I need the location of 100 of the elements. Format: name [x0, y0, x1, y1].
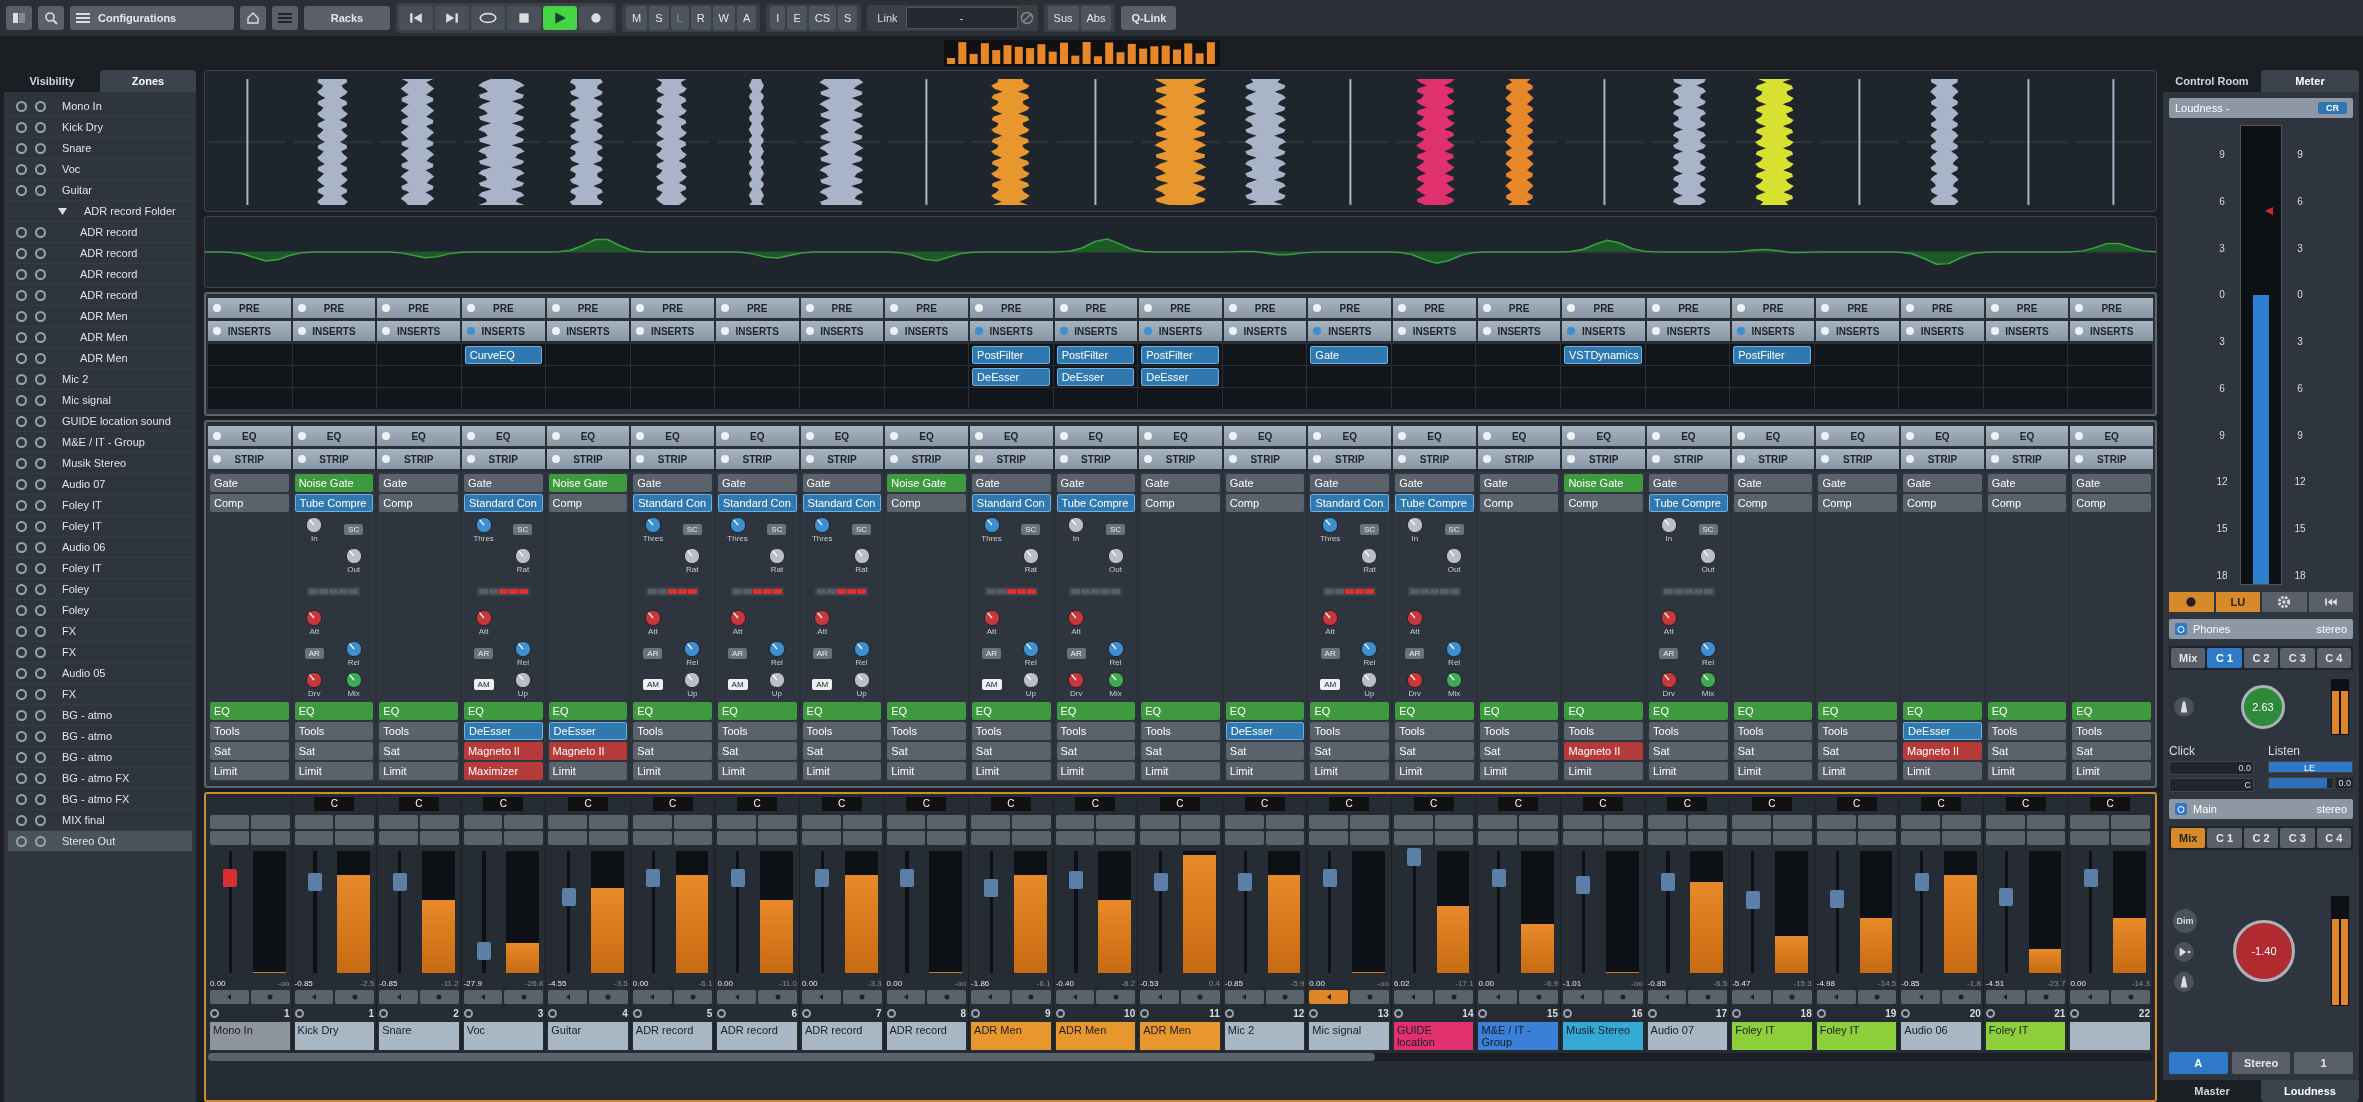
strip-module[interactable]: Gate: [463, 474, 543, 492]
pre-button[interactable]: PRE: [546, 298, 630, 318]
fader-handle[interactable]: [1576, 876, 1591, 895]
channel-link-icon[interactable]: [1478, 1008, 1488, 1018]
channel-link-icon[interactable]: [1140, 1008, 1150, 1018]
pan-display[interactable]: C: [1667, 797, 1708, 811]
knob[interactable]: [344, 640, 363, 658]
visibility-toggle-icon[interactable]: [16, 331, 27, 343]
mode-button[interactable]: CS: [808, 6, 836, 30]
strip-module[interactable]: Limit: [1225, 762, 1305, 780]
strip-module[interactable]: Sat: [1479, 742, 1559, 760]
stop-button[interactable]: [507, 6, 541, 30]
strip-module[interactable]: Tools: [1056, 722, 1136, 740]
visibility-toggle-icon[interactable]: [35, 436, 46, 448]
strip-module[interactable]: Magneto II: [463, 742, 543, 760]
strip-module[interactable]: EQ: [717, 702, 797, 720]
pre-button[interactable]: PRE: [1054, 298, 1138, 318]
strip-module[interactable]: Limit: [1056, 762, 1136, 780]
strip-button[interactable]: STRIP: [1731, 449, 1815, 469]
knob[interactable]: [852, 547, 871, 565]
mode-button[interactable]: I: [770, 6, 786, 30]
cr-button[interactable]: CR: [2318, 102, 2347, 114]
visibility-toggle-icon[interactable]: [35, 226, 46, 238]
pre-button[interactable]: PRE: [885, 298, 968, 318]
fader-handle[interactable]: [1238, 872, 1253, 891]
fader-handle[interactable]: [984, 878, 999, 897]
visibility-toggle-icon[interactable]: [16, 688, 27, 700]
knob[interactable]: [1445, 640, 1464, 658]
strip-module[interactable]: Sat: [1310, 742, 1390, 760]
strip-module[interactable]: DeEsser: [463, 722, 543, 740]
pre-button[interactable]: PRE: [208, 298, 291, 318]
folder-row[interactable]: ADR record Folder: [8, 201, 192, 222]
inserts-button[interactable]: INSERTS: [800, 321, 884, 341]
strip-module[interactable]: Gate: [1395, 474, 1474, 492]
strip-module[interactable]: Tools: [379, 722, 458, 740]
inserts-button[interactable]: INSERTS: [969, 321, 1053, 341]
strip-module[interactable]: Noise Gate: [548, 474, 628, 492]
pan-display[interactable]: C: [1329, 797, 1370, 811]
abs-button[interactable]: Abs: [1080, 6, 1112, 30]
fader-handle[interactable]: [561, 888, 576, 907]
output-button[interactable]: Stereo: [2231, 1052, 2291, 1074]
monitor-button[interactable]: [1309, 990, 1349, 1004]
inserts-button[interactable]: INSERTS: [1985, 321, 2069, 341]
sus-button[interactable]: Sus: [1047, 6, 1079, 30]
strip-button[interactable]: STRIP: [1562, 449, 1646, 469]
strip-module[interactable]: DeEsser: [1903, 722, 1982, 740]
inserts-button[interactable]: INSERTS: [1901, 321, 1984, 341]
knob[interactable]: [1067, 516, 1086, 534]
toggle-button[interactable]: AR: [812, 648, 832, 659]
strip-module[interactable]: Limit: [1141, 762, 1220, 780]
visibility-toggle-icon[interactable]: [35, 730, 46, 742]
search-button[interactable]: [38, 6, 64, 30]
strip-module[interactable]: EQ: [1903, 702, 1982, 720]
pan-display[interactable]: C: [1921, 797, 1962, 811]
track-row[interactable]: Foley IT: [8, 558, 192, 579]
knob[interactable]: [728, 516, 747, 534]
eq-button[interactable]: EQ: [1308, 426, 1392, 446]
toggle-button[interactable]: AR: [1659, 648, 1679, 659]
inserts-button[interactable]: INSERTS: [1562, 321, 1646, 341]
monitor-button[interactable]: [294, 990, 334, 1004]
metronome-icon[interactable]: [2173, 971, 2195, 993]
output-button[interactable]: 1: [2294, 1052, 2353, 1074]
strip-module[interactable]: Tools: [971, 722, 1051, 740]
visibility-toggle-icon[interactable]: [16, 478, 27, 490]
visibility-toggle-icon[interactable]: [35, 751, 46, 763]
fader-handle[interactable]: [477, 942, 492, 961]
source-button[interactable]: C 4: [2316, 828, 2352, 848]
monitor-button[interactable]: [632, 990, 672, 1004]
strip-module[interactable]: Sat: [971, 742, 1051, 760]
pre-button[interactable]: PRE: [1647, 298, 1730, 318]
record-enable-button[interactable]: [419, 990, 459, 1004]
strip-module[interactable]: EQ: [1141, 702, 1220, 720]
knob[interactable]: [1021, 640, 1040, 658]
toggle-button[interactable]: SC: [767, 524, 787, 535]
strip-module[interactable]: Noise Gate: [887, 474, 966, 492]
visibility-toggle-icon[interactable]: [16, 667, 27, 679]
mode-button[interactable]: S: [838, 6, 858, 30]
strip-module[interactable]: Limit: [1818, 762, 1898, 780]
knob[interactable]: [513, 640, 532, 658]
pre-button[interactable]: PRE: [715, 298, 799, 318]
fader-handle[interactable]: [2083, 868, 2098, 887]
panel-tab[interactable]: Meter: [2261, 70, 2359, 92]
visibility-toggle-icon[interactable]: [35, 310, 46, 322]
strip-module[interactable]: EQ: [1395, 702, 1474, 720]
inserts-button[interactable]: INSERTS: [1223, 321, 1307, 341]
knob[interactable]: [643, 516, 662, 534]
track-row[interactable]: Musik Stereo: [8, 453, 192, 474]
visibility-toggle-icon[interactable]: [16, 310, 27, 322]
toggle-button[interactable]: AM: [642, 679, 663, 690]
strip-module[interactable]: Limit: [1395, 762, 1474, 780]
insert-plugin[interactable]: PostFilter: [1141, 346, 1219, 364]
visibility-toggle-icon[interactable]: [16, 772, 27, 784]
knob[interactable]: [683, 671, 702, 689]
strip-module[interactable]: Sat: [1225, 742, 1305, 760]
source-button[interactable]: C 2: [2243, 828, 2279, 848]
inserts-button[interactable]: INSERTS: [546, 321, 630, 341]
strip-button[interactable]: STRIP: [461, 449, 545, 469]
toggle-button[interactable]: SC: [1021, 524, 1041, 535]
visibility-toggle-icon[interactable]: [16, 583, 27, 595]
eq-button[interactable]: EQ: [1139, 426, 1222, 446]
